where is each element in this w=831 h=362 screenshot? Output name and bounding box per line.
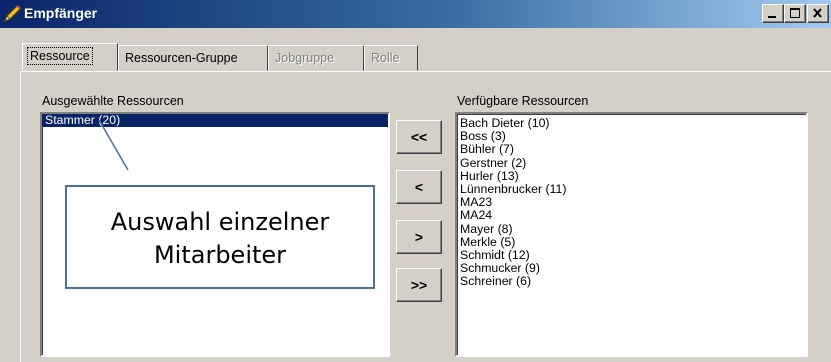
annotation-line-1: Auswahl einzelner <box>110 208 330 236</box>
tab-ressource[interactable]: Ressource <box>22 43 118 71</box>
annotation-callout: Auswahl einzelner Mitarbeiter <box>65 185 375 289</box>
annotation-text: Auswahl einzelner Mitarbeiter <box>67 206 373 272</box>
dialog-window: Empfänger Ressource Ressourcen-Gruppe Jo… <box>0 0 831 362</box>
callout-connector-line <box>98 119 129 171</box>
annotation-line-2: Mitarbeiter <box>153 241 287 269</box>
